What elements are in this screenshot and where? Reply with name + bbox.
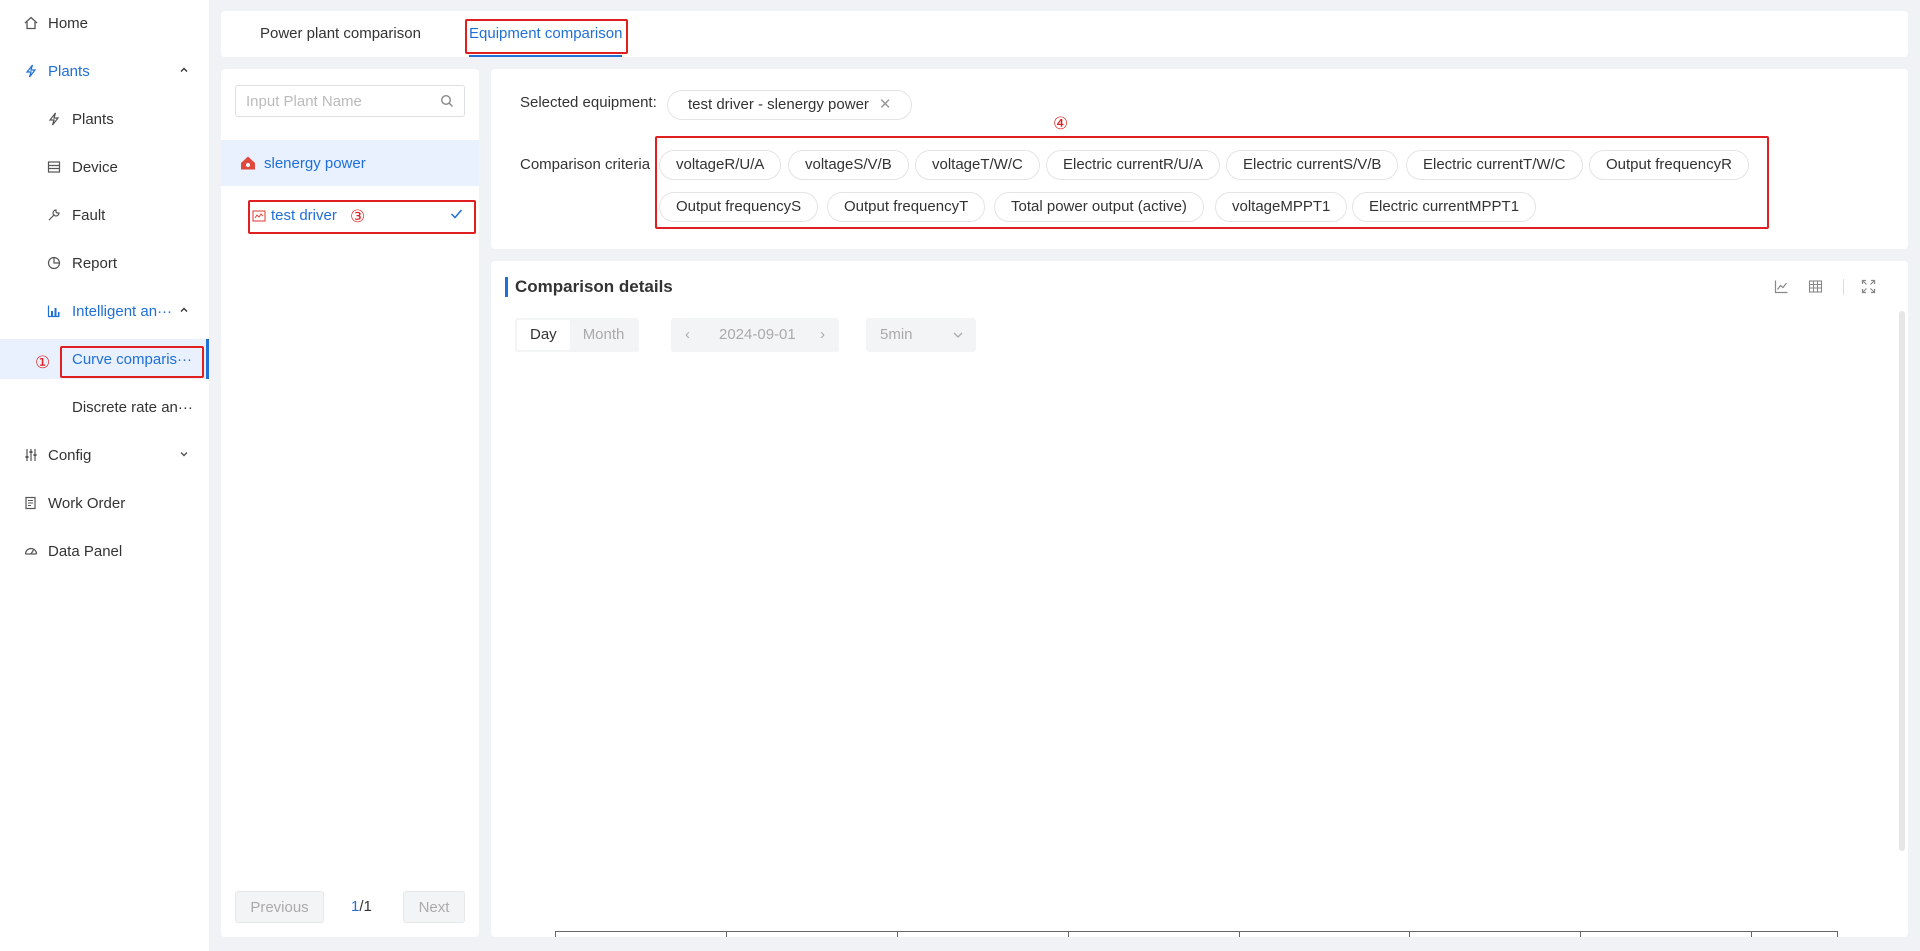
date-value[interactable]: 2024-09-01 [719, 326, 796, 343]
sidebar-item-data-panel[interactable]: Data Panel [0, 531, 209, 571]
sidebar-item-label: Home [48, 14, 89, 32]
sidebar-item-label: Intelligent an··· [72, 302, 173, 320]
axis-tick [555, 931, 556, 937]
chart-x-axis [555, 931, 1838, 932]
comparison-criteria-label: Comparison criteria [520, 156, 651, 173]
interval-select[interactable]: 5min [866, 318, 976, 352]
total-pages: /1 [359, 898, 372, 915]
axis-tick [1068, 931, 1069, 937]
wrench-icon [46, 207, 62, 223]
tree-pager: Previous 1/1 Next [235, 891, 465, 923]
sidebar-item-label: Fault [72, 206, 106, 224]
date-picker: ‹ 2024-09-01 › [671, 318, 839, 352]
chevron-right-icon[interactable]: › [820, 326, 825, 343]
sidebar-item-label: Data Panel [48, 542, 123, 560]
selected-equipment-tag: test driver - slenergy power ✕ [667, 90, 913, 120]
axis-tick [726, 931, 727, 937]
plant-search [235, 85, 465, 117]
sidebar-item-intelligent-analysis[interactable]: Intelligent an··· [0, 291, 209, 331]
axis-tick [1409, 931, 1410, 937]
selected-equipment-label: Selected equipment: [520, 94, 657, 111]
sidebar-item-home[interactable]: Home [0, 3, 209, 43]
sidebar-item-fault[interactable]: Fault [0, 195, 209, 235]
home-icon [23, 15, 39, 31]
chevron-up-icon [179, 64, 189, 78]
bolt-icon [46, 111, 62, 127]
period-month-button[interactable]: Month [570, 320, 638, 350]
annotation-box-equipment-tab [465, 19, 628, 54]
chevron-up-icon [179, 304, 189, 318]
next-page-button[interactable]: Next [403, 891, 465, 923]
annotation-marker-1: ① [35, 353, 51, 372]
order-icon [23, 495, 39, 511]
sidebar-item-label: Discrete rate an··· [72, 398, 193, 416]
chevron-left-icon[interactable]: ‹ [685, 326, 690, 343]
sidebar-item-report[interactable]: Report [0, 243, 209, 283]
sidebar-item-plants[interactable]: Plants [0, 99, 209, 139]
bolt-icon [23, 63, 39, 79]
annotation-marker-4: ④ [1053, 114, 1069, 133]
axis-tick [1837, 931, 1838, 937]
annotation-marker-3: ③ [350, 207, 366, 226]
sidebar-item-label: Plants [48, 62, 90, 80]
tab-active-indicator [469, 55, 623, 57]
axis-tick [897, 931, 898, 937]
sidebar: Home Plants Plants Device Fault Report I… [0, 0, 209, 951]
gauge-icon [23, 543, 39, 559]
comparison-details-panel: Comparison details Day Month ‹ 2024-09-0… [491, 261, 1908, 937]
axis-tick [1239, 931, 1240, 937]
sidebar-item-label: Report [72, 254, 118, 272]
line-chart-icon[interactable] [1774, 279, 1789, 298]
plant-home-icon [240, 155, 256, 175]
sidebar-item-plants-group[interactable]: Plants [0, 51, 209, 91]
page-indicator: 1/1 [351, 898, 372, 915]
scrollbar[interactable] [1899, 311, 1905, 851]
sidebar-item-label: Work Order [48, 494, 126, 512]
sidebar-item-label: Config [48, 446, 92, 464]
comparison-chart-area [505, 369, 1889, 937]
details-title: Comparison details [505, 277, 673, 297]
selected-equipment-value: test driver - slenergy power [688, 96, 869, 113]
chart-icon [46, 303, 62, 319]
axis-tick [1751, 931, 1752, 937]
tree-node-plant[interactable]: slenergy power [221, 140, 479, 186]
table-icon[interactable] [1808, 279, 1823, 298]
sidebar-item-device[interactable]: Device [0, 147, 209, 187]
sidebar-item-discrete-rate[interactable]: Discrete rate an··· [0, 387, 209, 427]
fullscreen-icon[interactable] [1861, 279, 1876, 298]
sidebar-item-work-order[interactable]: Work Order [0, 483, 209, 523]
annotation-box-curve-comparison [60, 346, 204, 378]
period-day-button[interactable]: Day [517, 320, 570, 350]
search-icon[interactable] [440, 94, 454, 112]
axis-tick [1580, 931, 1581, 937]
tree-node-label: slenergy power [264, 154, 366, 172]
interval-value: 5min [880, 326, 913, 343]
chevron-down-icon [952, 328, 964, 345]
previous-page-button[interactable]: Previous [235, 891, 324, 923]
annotation-box-criteria [655, 136, 1769, 229]
pie-icon [46, 255, 62, 271]
plant-search-input[interactable] [246, 86, 436, 116]
period-toggle: Day Month [515, 318, 640, 352]
tab-power-plant-comparison[interactable]: Power plant comparison [260, 11, 421, 57]
toolbar-divider [1843, 279, 1844, 295]
sliders-icon [23, 447, 39, 463]
close-icon[interactable]: ✕ [879, 96, 892, 113]
sidebar-item-label: Device [72, 158, 118, 176]
chevron-down-icon [179, 448, 189, 462]
sidebar-item-label: Plants [72, 110, 114, 128]
sidebar-item-config[interactable]: Config [0, 435, 209, 475]
device-icon [46, 159, 62, 175]
